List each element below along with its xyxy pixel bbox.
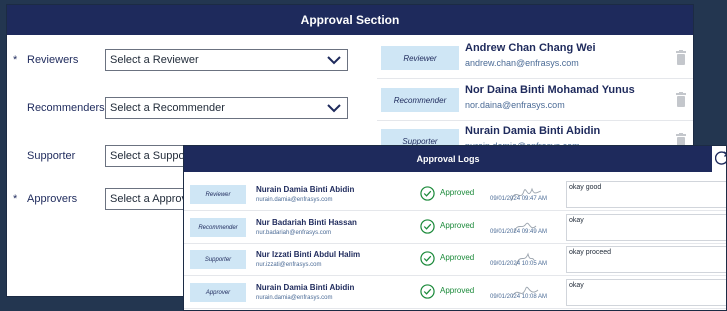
log-name: Nur Izzati Binti Abdul Halim [256,250,361,259]
chevron-down-icon [327,104,341,113]
trash-icon[interactable] [675,92,687,107]
check-circle-icon [420,219,435,234]
log-comment: okay good [566,181,726,208]
log-email: nurain.damia@enfrasys.com [256,197,333,203]
log-row: Recommender Nur Badariah Binti Hassan nu… [184,212,726,244]
log-status: Approved [440,221,475,230]
reviewers-field: * Reviewers Select a Reviewer [7,48,367,72]
log-comment: okay [566,279,726,306]
assignee-email: andrew.chan@enfrasys.com [465,58,579,68]
approvers-label: Approvers [27,193,78,205]
log-comment: okay proceed [566,246,726,273]
reviewers-label: Reviewers [27,54,79,66]
role-badge: Recommender [190,218,246,237]
refresh-icon[interactable] [715,150,727,166]
log-email: nurain.damia@enfrasys.com [256,295,333,301]
reviewer-select[interactable]: Select a Reviewer [105,49,348,71]
assignee-name: Nor Daina Binti Mohamad Yunus [465,84,635,96]
recommender-select[interactable]: Select a Recommender [105,97,348,119]
recommender-select-placeholder: Select a Recommender [110,102,225,114]
role-badge: Supporter [190,250,246,269]
log-name: Nur Badariah Binti Hassan [256,218,357,227]
log-date: 09/01/2024 09:49 AM [490,229,548,235]
log-name: Nurain Damia Binti Abidin [256,283,355,292]
chevron-down-icon [327,56,341,65]
trash-icon[interactable] [675,50,687,65]
role-badge: Recommender [381,88,459,112]
log-status: Approved [440,253,475,262]
log-status: Approved [440,286,475,295]
recommenders-label: Recommenders [27,102,105,114]
approval-logs-title: Approval Logs [184,146,712,172]
required-marker: * [13,193,18,205]
supporter-label: Supporter [27,150,76,162]
log-date: 09/01/2024 10:08 AM [490,294,548,300]
assignee-name: Andrew Chan Chang Wei [465,42,596,54]
check-circle-icon [420,284,435,299]
role-badge: Reviewer [190,185,246,204]
approval-logs-panel: Approval Logs Reviewer Nurain Damia Bint… [183,145,727,311]
required-marker: * [13,54,18,66]
log-row: Supporter Nur Izzati Binti Abdul Halim n… [184,244,726,276]
signature-icon [515,252,535,267]
assigned-reviewer-card: Reviewer Andrew Chan Chang Wei andrew.ch… [377,38,693,79]
role-badge: Approver [190,283,246,302]
log-name: Nurain Damia Binti Abidin [256,185,355,194]
log-email: nur.badariah@enfrasys.com [256,230,332,236]
signature-icon [513,222,537,233]
assignee-name: Nurain Damia Binti Abidin [465,125,601,137]
reviewer-select-placeholder: Select a Reviewer [110,54,199,66]
approval-section-title: Approval Section [7,5,693,35]
check-circle-icon [420,186,435,201]
check-circle-icon [420,251,435,266]
log-date: 09/01/2024 10:05 AM [490,261,548,267]
recommenders-field: Recommenders Select a Recommender [7,96,367,120]
log-email: nur.izzati@enfrasys.com [256,262,322,268]
signature-icon [511,286,539,298]
signature-icon [510,187,542,202]
log-date: 09/01/2024 09:47 AM [490,196,548,202]
role-badge: Reviewer [381,46,459,70]
log-row: Reviewer Nurain Damia Binti Abidin nurai… [184,179,726,211]
assigned-recommender-card: Recommender Nor Daina Binti Mohamad Yunu… [377,80,693,121]
log-row: Approver Nurain Damia Binti Abidin nurai… [184,277,726,309]
log-status: Approved [440,188,475,197]
assignee-email: nor.daina@enfrasys.com [465,100,565,110]
log-comment: okay [566,214,726,241]
